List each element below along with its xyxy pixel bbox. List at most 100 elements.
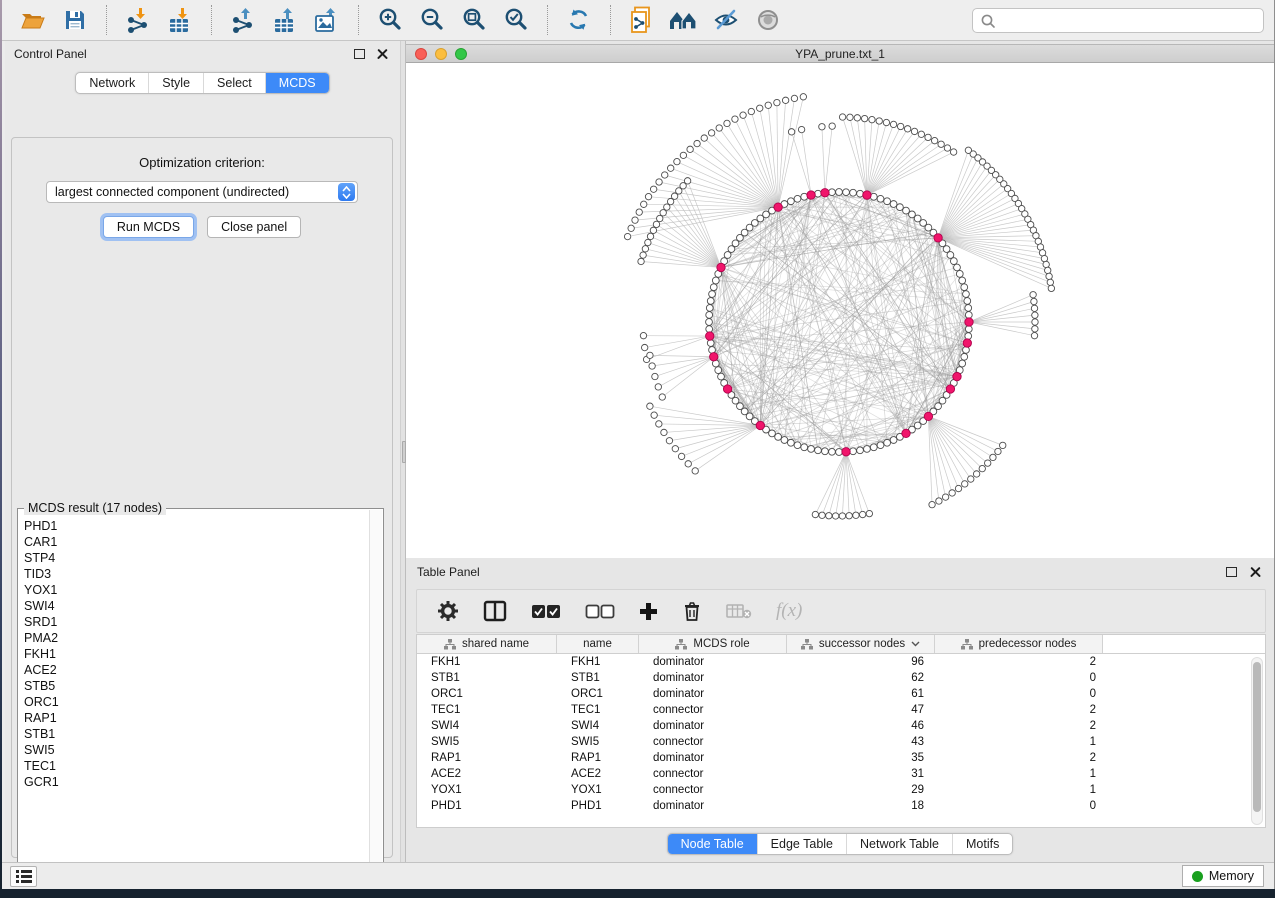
network-node[interactable] [869,116,875,122]
mcds-result-item[interactable]: PMA2 [24,630,367,646]
network-node[interactable] [765,102,771,108]
mcds-result-item[interactable]: RAP1 [24,710,367,726]
mcds-result-item[interactable]: SWI4 [24,598,367,614]
zoom-fit-icon[interactable] [457,5,491,35]
network-node[interactable] [1030,292,1036,298]
network-node[interactable] [938,141,944,147]
network-node[interactable] [950,149,956,155]
network-node[interactable] [1032,319,1038,325]
network-node[interactable] [819,512,825,518]
mcds-result-item[interactable]: TEC1 [24,758,367,774]
network-node[interactable] [787,439,794,446]
table-scrollbar-thumb[interactable] [1253,662,1261,812]
network-node[interactable] [661,429,667,435]
network-node[interactable] [843,189,850,196]
network-node[interactable] [638,258,644,264]
new-network-from-selection-icon[interactable] [625,5,659,35]
network-node[interactable] [687,146,693,152]
mcds-result-item[interactable]: STB1 [24,726,367,742]
network-node[interactable] [815,190,822,197]
mcds-result-item[interactable]: GCR1 [24,774,367,790]
network-node[interactable] [884,198,891,205]
zoom-out-icon[interactable] [415,5,449,35]
mcds-node[interactable] [723,385,731,393]
mcds-node[interactable] [710,353,718,361]
network-node[interactable] [990,454,996,460]
network-node[interactable] [715,367,722,374]
network-node[interactable] [959,277,966,284]
network-node[interactable] [954,264,961,271]
network-node[interactable] [950,258,957,265]
network-node[interactable] [652,373,658,379]
mcds-result-item[interactable]: SWI5 [24,742,367,758]
network-node[interactable] [965,333,972,340]
network-window-titlebar[interactable]: YPA_prune.txt_1 [406,44,1274,63]
network-node[interactable] [645,239,651,245]
search-box[interactable] [972,8,1264,33]
network-node[interactable] [748,108,754,114]
network-node[interactable] [632,217,638,223]
network-node[interactable] [628,225,634,231]
network-node[interactable] [956,270,963,277]
network-node[interactable] [850,189,857,196]
add-column-icon[interactable] [639,602,658,621]
tab-select[interactable]: Select [203,73,265,93]
network-node[interactable] [832,513,838,519]
network-node[interactable] [649,363,655,369]
column-header-name[interactable]: name [557,635,639,653]
network-node[interactable] [706,319,713,326]
network-node[interactable] [653,221,659,227]
network-node[interactable] [883,119,889,125]
mcds-result-item[interactable]: YOX1 [24,582,367,598]
network-node[interactable] [829,123,835,129]
column-header-shared-name[interactable]: shared name [417,635,557,653]
network-node[interactable] [955,485,961,491]
network-node[interactable] [732,116,738,122]
network-node[interactable] [861,115,867,121]
network-node[interactable] [782,97,788,103]
network-node[interactable] [864,446,871,453]
network-node[interactable] [949,490,955,496]
select-all-icon[interactable] [531,604,561,619]
network-node[interactable] [656,179,662,185]
network-node[interactable] [890,201,897,208]
network-node[interactable] [794,195,801,202]
mcds-result-scrollbar[interactable] [369,510,382,878]
network-node[interactable] [640,332,646,338]
close-table-panel-icon[interactable] [1250,567,1261,578]
network-node[interactable] [866,510,872,516]
network-node[interactable] [740,112,746,118]
network-node[interactable] [712,277,719,284]
network-node[interactable] [947,252,954,259]
network-node[interactable] [911,128,917,134]
tab-style[interactable]: Style [148,73,203,93]
mcds-result-item[interactable]: ACE2 [24,662,367,678]
network-node[interactable] [1046,273,1052,279]
network-node[interactable] [931,137,937,143]
table-row[interactable]: SWI4SWI4dominator462 [417,718,1265,734]
network-node[interactable] [857,447,864,454]
network-node[interactable] [836,189,843,196]
network-node[interactable] [836,449,843,456]
table-row[interactable]: STB1STB1dominator620 [417,670,1265,686]
network-node[interactable] [965,326,972,333]
tab-mcds[interactable]: MCDS [265,73,329,93]
mcds-node[interactable] [902,429,910,437]
network-node[interactable] [672,446,678,452]
network-node[interactable] [925,134,931,140]
network-node[interactable] [822,448,829,455]
network-node[interactable] [684,178,690,184]
network-node[interactable] [808,446,815,453]
tab-edge-table[interactable]: Edge Table [757,834,846,854]
network-node[interactable] [965,305,972,312]
export-image-icon[interactable] [310,5,344,35]
table-row[interactable]: TEC1TEC1connector472 [417,702,1265,718]
network-node[interactable] [854,115,860,121]
network-node[interactable] [706,312,713,319]
mcds-node[interactable] [934,234,942,242]
network-node[interactable] [647,352,653,358]
mcds-node[interactable] [924,412,932,420]
network-node[interactable] [707,340,714,347]
network-node[interactable] [657,215,663,221]
network-node[interactable] [963,347,970,354]
